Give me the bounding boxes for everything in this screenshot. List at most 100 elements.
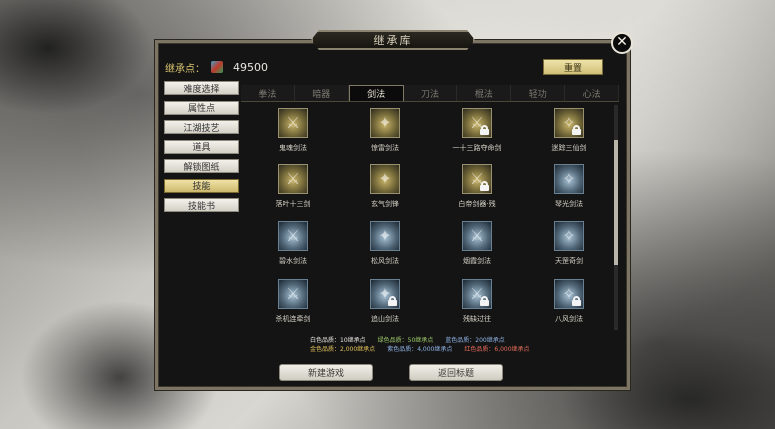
legend-blue: 蓝色品质：200继承点 bbox=[445, 337, 505, 344]
new-game-button[interactable]: 新建游戏 bbox=[279, 364, 373, 381]
lock-icon bbox=[480, 296, 489, 306]
skill-card[interactable]: ✧ 琴光剑法 bbox=[539, 164, 599, 209]
skill-card[interactable]: ⚔ 一十三路夺命剑 bbox=[447, 108, 507, 153]
sword-glyph-icon: ✦ bbox=[378, 169, 392, 188]
tab-inner-art[interactable]: 心法 bbox=[565, 85, 620, 101]
sword-skill-icon[interactable]: ⚔ bbox=[278, 221, 308, 251]
skill-name: 琴光剑法 bbox=[555, 200, 583, 208]
sword-glyph-icon: ⚔ bbox=[285, 226, 301, 245]
skill-card[interactable]: ✦ 追山剑法 bbox=[355, 279, 415, 324]
sword-glyph-icon: ✧ bbox=[562, 169, 576, 188]
skill-name: 鬼魂剑法 bbox=[279, 144, 307, 152]
sword-skill-icon[interactable]: ✧ bbox=[554, 108, 584, 138]
sword-skill-icon[interactable]: ⚔ bbox=[462, 221, 492, 251]
legend-row-1: 白色品质：10继承点 绿色品质：50继承点 蓝色品质：200继承点 bbox=[310, 336, 570, 345]
skill-name: 残缺过往 bbox=[463, 315, 491, 323]
points-row: 继承点： 49500 bbox=[165, 59, 268, 75]
skill-name: 天罡奇剑 bbox=[555, 257, 583, 265]
gem-icon bbox=[211, 61, 223, 73]
close-x-icon[interactable]: ✕ bbox=[611, 32, 633, 54]
skill-card[interactable]: ✦ 玄气剑锋 bbox=[355, 164, 415, 209]
skill-card[interactable]: ✧ 八风剑法 bbox=[539, 279, 599, 324]
legend-row-2: 金色品质：2,000继承点 紫色品质：4,000继承点 红色品质：6,000继承… bbox=[310, 345, 570, 354]
sword-skill-icon[interactable]: ✦ bbox=[370, 279, 400, 309]
skill-name: 碧水剑法 bbox=[279, 257, 307, 265]
legend-gold: 金色品质：2,000继承点 bbox=[310, 346, 376, 353]
skill-card[interactable]: ✦ 松风剑法 bbox=[355, 221, 415, 266]
sword-skill-icon[interactable]: ✧ bbox=[554, 279, 584, 309]
lock-icon bbox=[480, 181, 489, 191]
reset-button[interactable]: 重置 bbox=[543, 59, 603, 75]
sword-skill-icon[interactable]: ⚔ bbox=[278, 279, 308, 309]
sidebar-item-items[interactable]: 道具 bbox=[164, 139, 239, 154]
skill-grid: ⚔ 鬼魂剑法 ✦ 惊雷剑法 ⚔ 一十三路夺命剑 ✧ 迷踪三仙剑 ⚔ 落叶十三剑 ✦ 玄气剑锋 ⚔ 白帝剑器… bbox=[245, 105, 613, 330]
skill-card[interactable]: ✧ 迷踪三仙剑 bbox=[539, 108, 599, 153]
skill-card[interactable]: ⚔ 鬼魂剑法 bbox=[263, 108, 323, 153]
sidebar-item-blueprints[interactable]: 解锁图纸 bbox=[164, 159, 239, 173]
sword-skill-icon[interactable]: ✧ bbox=[554, 221, 584, 251]
sword-skill-icon[interactable]: ⚔ bbox=[278, 164, 308, 194]
price-legend: 白色品质：10继承点 绿色品质：50继承点 蓝色品质：200继承点 金色品质：2… bbox=[310, 336, 570, 354]
sword-glyph-icon: ⚔ bbox=[285, 113, 301, 132]
sword-skill-icon[interactable]: ⚔ bbox=[462, 279, 492, 309]
sidebar: 难度选择 属性点 江湖技艺 道具 解锁图纸 技能 技能书 bbox=[164, 81, 239, 218]
tab-blade[interactable]: 刀法 bbox=[403, 85, 458, 101]
scroll-thumb[interactable] bbox=[614, 140, 618, 265]
sword-glyph-icon: ✦ bbox=[378, 113, 392, 132]
sword-skill-icon[interactable]: ⚔ bbox=[462, 108, 492, 138]
sword-glyph-icon: ⚔ bbox=[469, 226, 485, 245]
back-to-title-button[interactable]: 返回标题 bbox=[409, 364, 503, 381]
skill-card[interactable]: ⚔ 碧水剑法 bbox=[263, 221, 323, 266]
sword-skill-icon[interactable]: ⚔ bbox=[462, 164, 492, 194]
tab-lightness[interactable]: 轻功 bbox=[511, 85, 566, 101]
legend-green: 绿色品质：50继承点 bbox=[377, 337, 434, 344]
category-tabs: 拳法 暗器 剑法 刀法 棍法 轻功 心法 bbox=[241, 85, 620, 102]
skill-name: 松风剑法 bbox=[371, 257, 399, 265]
skill-card[interactable]: ✦ 惊雷剑法 bbox=[355, 108, 415, 153]
skill-name: 白帝剑器·残 bbox=[458, 200, 496, 208]
sword-glyph-icon: ⚔ bbox=[285, 169, 301, 188]
skill-card[interactable]: ✧ 天罡奇剑 bbox=[539, 221, 599, 266]
window-title: 继承库 bbox=[311, 30, 475, 50]
legend-white: 白色品质：10继承点 bbox=[310, 337, 366, 344]
lock-icon bbox=[572, 296, 581, 306]
ink-splash-top-left bbox=[0, 0, 160, 120]
skill-name: 迷踪三仙剑 bbox=[551, 144, 587, 152]
points-value: 49500 bbox=[233, 60, 268, 74]
sword-glyph-icon: ⚔ bbox=[285, 284, 301, 303]
lock-icon bbox=[572, 125, 581, 135]
points-label: 继承点： bbox=[165, 63, 205, 75]
sword-skill-icon[interactable]: ✦ bbox=[370, 221, 400, 251]
skill-name: 落叶十三剑 bbox=[275, 200, 311, 208]
legend-red: 红色品质：6,000继承点 bbox=[464, 346, 530, 353]
skill-name: 追山剑法 bbox=[371, 315, 399, 323]
skill-name: 一十三路夺命剑 bbox=[452, 144, 502, 152]
sidebar-item-difficulty[interactable]: 难度选择 bbox=[164, 81, 239, 95]
sword-skill-icon[interactable]: ✦ bbox=[370, 164, 400, 194]
skill-name: 杀机连牵剑 bbox=[275, 315, 311, 323]
sword-skill-icon[interactable]: ⚔ bbox=[278, 108, 308, 138]
sword-skill-icon[interactable]: ✧ bbox=[554, 164, 584, 194]
sidebar-item-attributes[interactable]: 属性点 bbox=[164, 100, 239, 115]
tab-hidden-weapon[interactable]: 暗器 bbox=[294, 85, 349, 101]
skill-name: 玄气剑锋 bbox=[371, 200, 399, 208]
tab-fist[interactable]: 拳法 bbox=[241, 85, 295, 101]
sword-skill-icon[interactable]: ✦ bbox=[370, 108, 400, 138]
lock-icon bbox=[480, 125, 489, 135]
sidebar-item-crafts[interactable]: 江湖技艺 bbox=[164, 120, 239, 134]
skill-name: 惊雷剑法 bbox=[371, 144, 399, 152]
sidebar-item-skills[interactable]: 技能 bbox=[164, 178, 239, 193]
sword-glyph-icon: ✧ bbox=[562, 226, 576, 245]
skill-card[interactable]: ⚔ 落叶十三剑 bbox=[263, 164, 323, 209]
skill-card[interactable]: ⚔ 残缺过往 bbox=[447, 279, 507, 324]
legend-purple: 紫色品质：4,000继承点 bbox=[387, 346, 453, 353]
skill-name: 八风剑法 bbox=[555, 315, 583, 323]
tab-sword[interactable]: 剑法 bbox=[348, 85, 404, 101]
skill-card[interactable]: ⚔ 白帝剑器·残 bbox=[447, 164, 507, 209]
sidebar-item-skillbooks[interactable]: 技能书 bbox=[164, 198, 239, 212]
scrollbar[interactable] bbox=[614, 105, 618, 330]
tab-staff[interactable]: 棍法 bbox=[457, 85, 512, 101]
skill-card[interactable]: ⚔ 烟霞剑法 bbox=[447, 221, 507, 266]
skill-name: 烟霞剑法 bbox=[463, 257, 491, 265]
skill-card[interactable]: ⚔ 杀机连牵剑 bbox=[263, 279, 323, 324]
